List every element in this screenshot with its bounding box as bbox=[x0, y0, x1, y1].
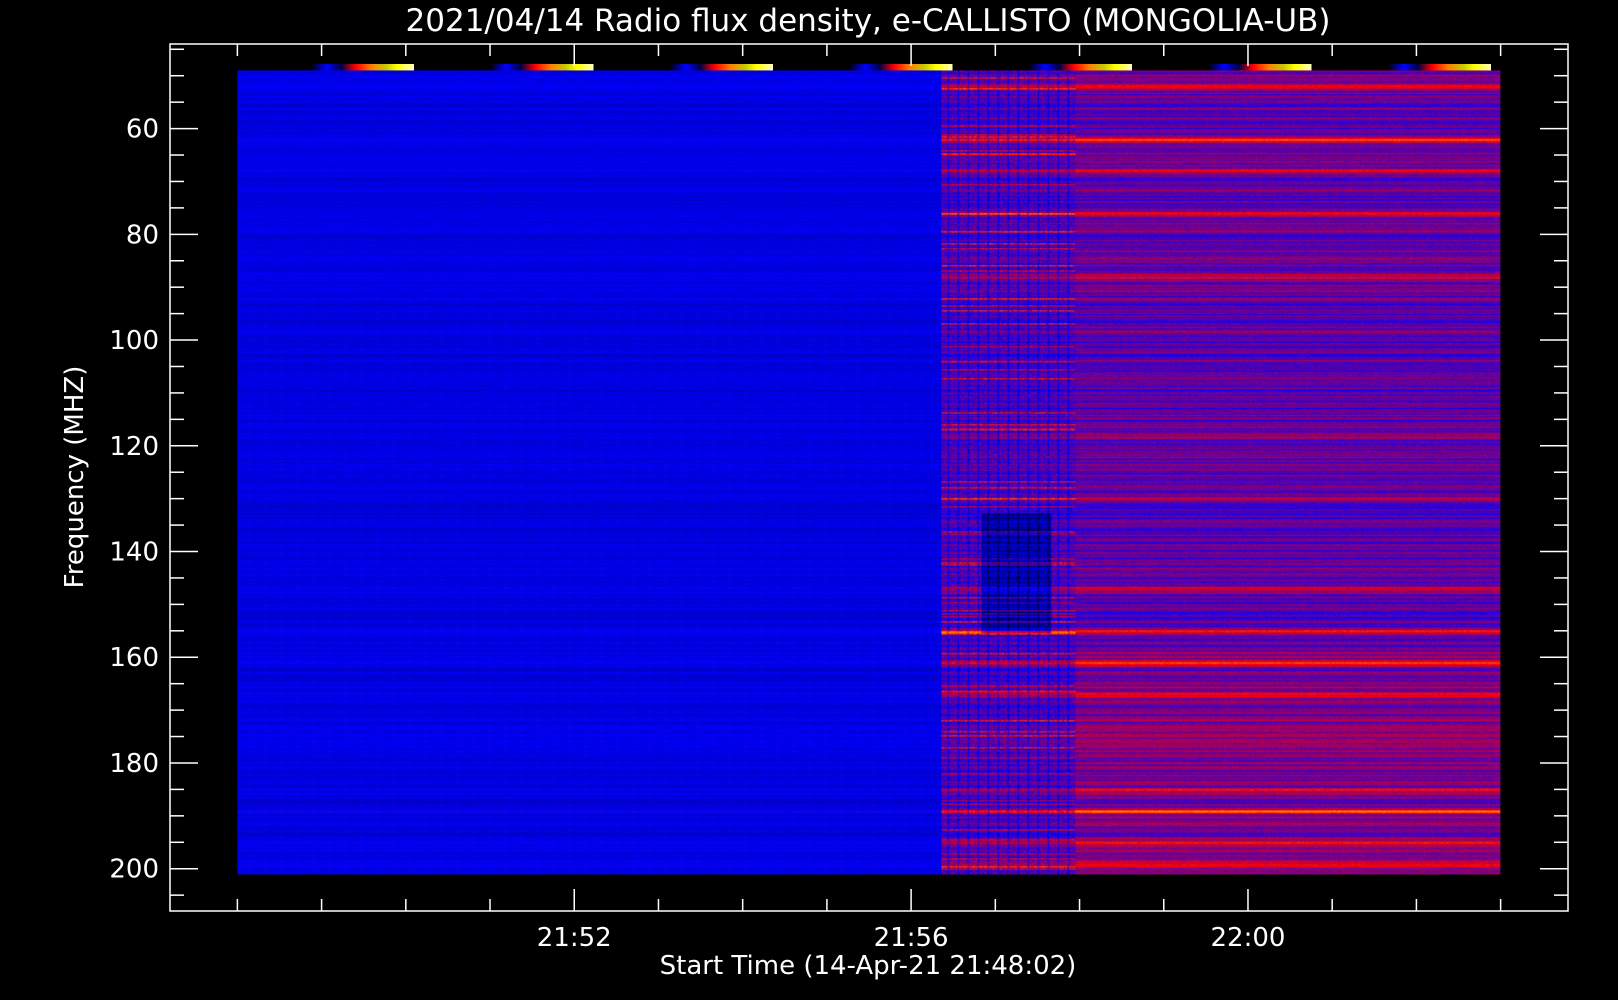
y-tick-label: 200 bbox=[109, 855, 159, 885]
x-tick-label: 21:52 bbox=[537, 923, 612, 953]
spectrogram-chart: 2021/04/14 Radio flux density, e-CALLIST… bbox=[0, 0, 1618, 1000]
heatmap-image bbox=[237, 70, 1501, 875]
y-tick-label: 160 bbox=[109, 643, 159, 673]
y-axis-label: Frequency (MHZ) bbox=[60, 366, 90, 589]
x-tick-label: 22:00 bbox=[1211, 923, 1286, 953]
y-tick-label: 80 bbox=[126, 220, 159, 250]
y-tick-label: 60 bbox=[126, 115, 159, 145]
y-tick-label: 180 bbox=[109, 749, 159, 779]
x-axis-label: Start Time (14-Apr-21 21:48:02) bbox=[660, 951, 1077, 981]
chart-title: 2021/04/14 Radio flux density, e-CALLIST… bbox=[406, 3, 1331, 39]
y-tick-label: 140 bbox=[109, 538, 159, 568]
y-tick-label: 100 bbox=[109, 326, 159, 356]
heatmap-area bbox=[237, 70, 1501, 875]
x-tick-label: 21:56 bbox=[874, 923, 949, 953]
y-tick-label: 120 bbox=[109, 432, 159, 462]
